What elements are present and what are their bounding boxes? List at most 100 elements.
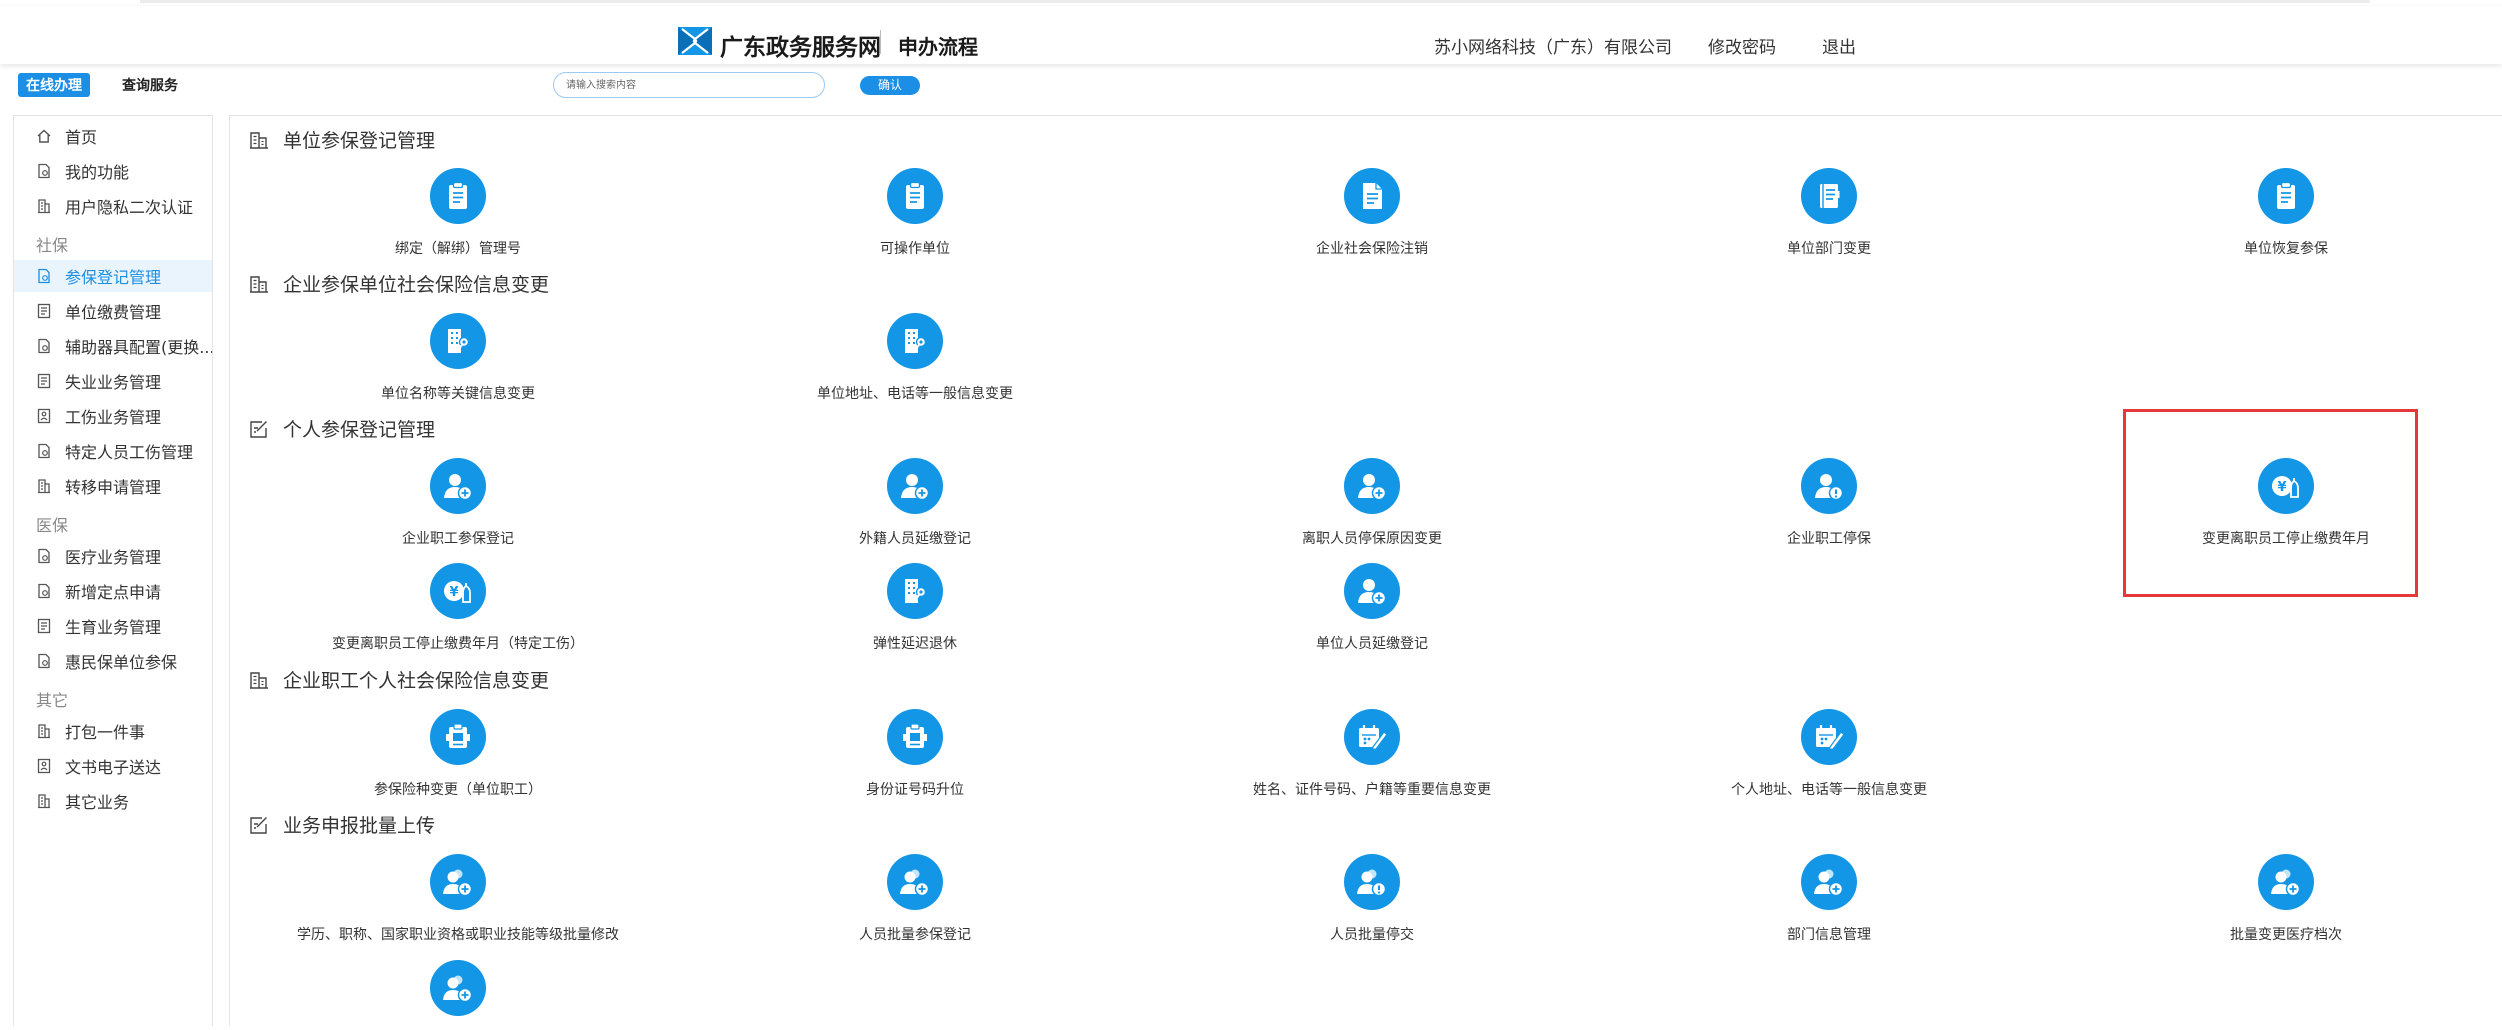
list-icon <box>36 373 52 389</box>
sidebar-item[interactable]: 失业业务管理 <box>14 365 212 397</box>
sidebar-item[interactable]: 辅助器具配置(更换... <box>14 330 212 362</box>
service-label: 单位部门变更 <box>1787 241 1871 257</box>
service-card[interactable]: 单位地址、电话等一般信息变更 <box>705 313 1125 403</box>
service-card[interactable]: 姓名、证件号码、户籍等重要信息变更 <box>1162 709 1582 799</box>
service-card[interactable]: ¥ 变更离职员工停止缴费年月（特定工伤） <box>248 563 668 653</box>
service-label: 单位名称等关键信息变更 <box>381 386 535 402</box>
doc-icon <box>36 583 52 599</box>
search-confirm-button[interactable]: 确认 <box>860 76 920 95</box>
doc-icon <box>36 163 52 179</box>
service-card[interactable]: 可操作单位 <box>705 168 1125 258</box>
sidebar-item-label: 打包一件事 <box>65 723 146 742</box>
search-input[interactable] <box>553 72 825 98</box>
tab-online-handling[interactable]: 在线办理 <box>18 73 90 97</box>
user-add-icon <box>1344 563 1400 619</box>
tab-query-service[interactable]: 查询服务 <box>122 75 178 95</box>
service-label: 外籍人员延缴登记 <box>859 531 971 547</box>
building-icon <box>36 793 52 809</box>
service-card[interactable]: 单位部门变更 <box>1619 168 2039 258</box>
user-company-name[interactable]: 苏小网络科技（广东）有限公司 <box>1434 33 1672 58</box>
doc-icon <box>36 268 52 284</box>
service-card[interactable]: 部门信息管理 <box>1619 854 2039 944</box>
service-label: 离职人员停保原因变更 <box>1302 531 1442 547</box>
service-card[interactable]: 企业职工参保登记 <box>248 458 668 548</box>
change-password-link[interactable]: 修改密码 <box>1708 33 1776 58</box>
clipboard-icon <box>2258 168 2314 224</box>
service-card[interactable]: 绑定（解绑）管理号 <box>248 168 668 258</box>
building-icon <box>36 478 52 494</box>
service-card[interactable]: 企业职工停保 <box>1619 458 2039 548</box>
service-card[interactable]: 批量变更医疗档次 <box>2076 854 2496 944</box>
site-name: 广东政务服务网 <box>720 35 881 61</box>
service-card[interactable]: 单位名称等关键信息变更 <box>248 313 668 403</box>
sidebar-item[interactable]: 参保登记管理 <box>14 260 212 292</box>
service-label: 变更离职员工停止缴费年月（特定工伤） <box>332 636 584 652</box>
edit-icon <box>249 420 269 438</box>
page-title: 申办流程 <box>898 35 978 59</box>
calendar-edit-icon <box>1801 709 1857 765</box>
service-card[interactable]: 人员批量参保登记 <box>705 854 1125 944</box>
sidebar-item[interactable]: 首页 <box>14 120 212 152</box>
sidebar-item-label: 辅助器具配置(更换... <box>65 338 212 357</box>
sidebar-item-label: 医疗业务管理 <box>65 548 162 567</box>
service-card[interactable]: 人员批量停交 <box>1162 854 1582 944</box>
service-card[interactable]: 弹性延迟退休 <box>705 563 1125 653</box>
service-card[interactable]: 身份证号码升位 <box>705 709 1125 799</box>
doc-icon <box>36 548 52 564</box>
sidebar-item[interactable]: 打包一件事 <box>14 715 212 747</box>
user-add-icon <box>887 458 943 514</box>
sidebar-item-label: 生育业务管理 <box>65 618 162 637</box>
sidebar-item-label: 特定人员工伤管理 <box>65 443 194 462</box>
users-alert-icon <box>1344 854 1400 910</box>
doc-icon <box>36 338 52 354</box>
section-title: 企业职工个人社会保险信息变更 <box>249 666 549 693</box>
sidebar-group-label: 其它 <box>36 691 69 710</box>
service-card[interactable]: 个人地址、电话等一般信息变更 <box>1619 709 2039 799</box>
top-edge-line <box>140 0 2370 3</box>
service-card[interactable]: 参保险种变更（单位职工） <box>248 709 668 799</box>
sidebar-item-label: 单位缴费管理 <box>65 303 162 322</box>
top-header: 广东政务服务网 申办流程 苏小网络科技（广东）有限公司 修改密码 退出 <box>0 6 2502 64</box>
service-card[interactable]: 离职人员停保原因变更 <box>1162 458 1582 548</box>
id-card-icon <box>36 758 52 774</box>
service-card[interactable]: 单位人员延缴登记 <box>1162 563 1582 653</box>
calendar-edit-icon <box>1344 709 1400 765</box>
service-card[interactable]: 单位恢复参保 <box>2076 168 2496 258</box>
sidebar-item-label: 失业业务管理 <box>65 373 162 392</box>
sidebar-item[interactable]: 新增定点申请 <box>14 575 212 607</box>
sidebar-group-label: 医保 <box>36 516 69 535</box>
service-card[interactable]: 外籍人员延缴登记 <box>705 458 1125 548</box>
sidebar-item-label: 文书电子送达 <box>65 758 162 777</box>
sidebar-item[interactable]: 文书电子送达 <box>14 750 212 782</box>
sidebar-item[interactable]: 用户隐私二次认证 <box>14 190 212 222</box>
sidebar-item-label: 用户隐私二次认证 <box>65 198 194 217</box>
sidebar-item[interactable]: 我的功能 <box>14 155 212 187</box>
logout-link[interactable]: 退出 <box>1822 33 1856 58</box>
service-label: 个人地址、电话等一般信息变更 <box>1731 782 1927 798</box>
service-label: 人员批量停交 <box>1330 927 1414 943</box>
service-card[interactable]: 学历、职称、国家职业资格或职业技能等级批量修改 <box>248 854 668 944</box>
sidebar-item[interactable]: 生育业务管理 <box>14 610 212 642</box>
sidebar-item[interactable]: 其它业务 <box>14 785 212 817</box>
sidebar-item-label: 参保登记管理 <box>65 268 162 287</box>
user-add-icon <box>1344 458 1400 514</box>
sidebar-item-label: 惠民保单位参保 <box>65 653 178 672</box>
highlight-box <box>2123 409 2418 597</box>
sidebar-item[interactable]: 惠民保单位参保 <box>14 645 212 677</box>
sidebar-item-label: 工伤业务管理 <box>65 408 162 427</box>
sidebar-item-label: 新增定点申请 <box>65 583 162 602</box>
service-label: 单位人员延缴登记 <box>1316 636 1428 652</box>
sidebar-item[interactable]: 工伤业务管理 <box>14 400 212 432</box>
service-label: 企业职工停保 <box>1787 531 1871 547</box>
service-card[interactable]: 企业社会保险注销 <box>1162 168 1582 258</box>
service-card[interactable] <box>248 960 668 1030</box>
service-label: 单位恢复参保 <box>2244 241 2328 257</box>
sidebar-item[interactable]: 转移申请管理 <box>14 470 212 502</box>
building-icon <box>249 275 269 293</box>
sidebar-item[interactable]: 医疗业务管理 <box>14 540 212 572</box>
user-alert-icon <box>1801 458 1857 514</box>
service-label: 可操作单位 <box>880 241 950 257</box>
section-title: 个人参保登记管理 <box>249 415 435 442</box>
sidebar-item[interactable]: 单位缴费管理 <box>14 295 212 327</box>
sidebar-item[interactable]: 特定人员工伤管理 <box>14 435 212 467</box>
